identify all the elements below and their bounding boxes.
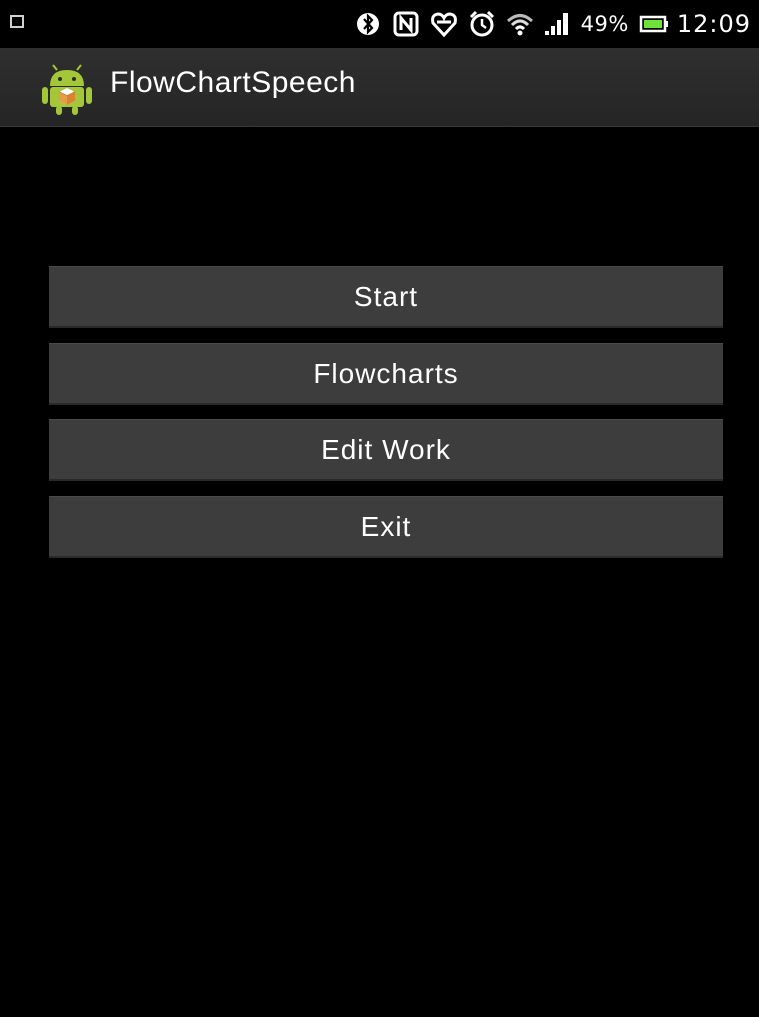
heart-icon: [429, 9, 459, 39]
action-bar: FlowChartSpeech: [0, 48, 759, 127]
wifi-icon: [505, 9, 535, 39]
signal-icon: [543, 9, 573, 39]
battery-percent: 49%: [580, 12, 629, 36]
status-bar: 49% 12:09: [0, 0, 759, 48]
bluetooth-icon: [353, 9, 383, 39]
exit-button[interactable]: Exit: [49, 496, 723, 558]
notification-icon: [10, 15, 24, 28]
app-title: FlowChartSpeech: [110, 66, 356, 99]
clock: 12:09: [676, 10, 751, 38]
edit-work-button[interactable]: Edit Work: [49, 419, 723, 481]
flowcharts-button[interactable]: Flowcharts: [49, 343, 723, 405]
status-icons: 49% 12:09: [353, 0, 751, 48]
alarm-icon: [467, 9, 497, 39]
android-app-icon: [40, 62, 94, 116]
nfc-icon: [391, 9, 421, 39]
start-button[interactable]: Start: [49, 266, 723, 328]
battery-icon: [639, 9, 669, 39]
